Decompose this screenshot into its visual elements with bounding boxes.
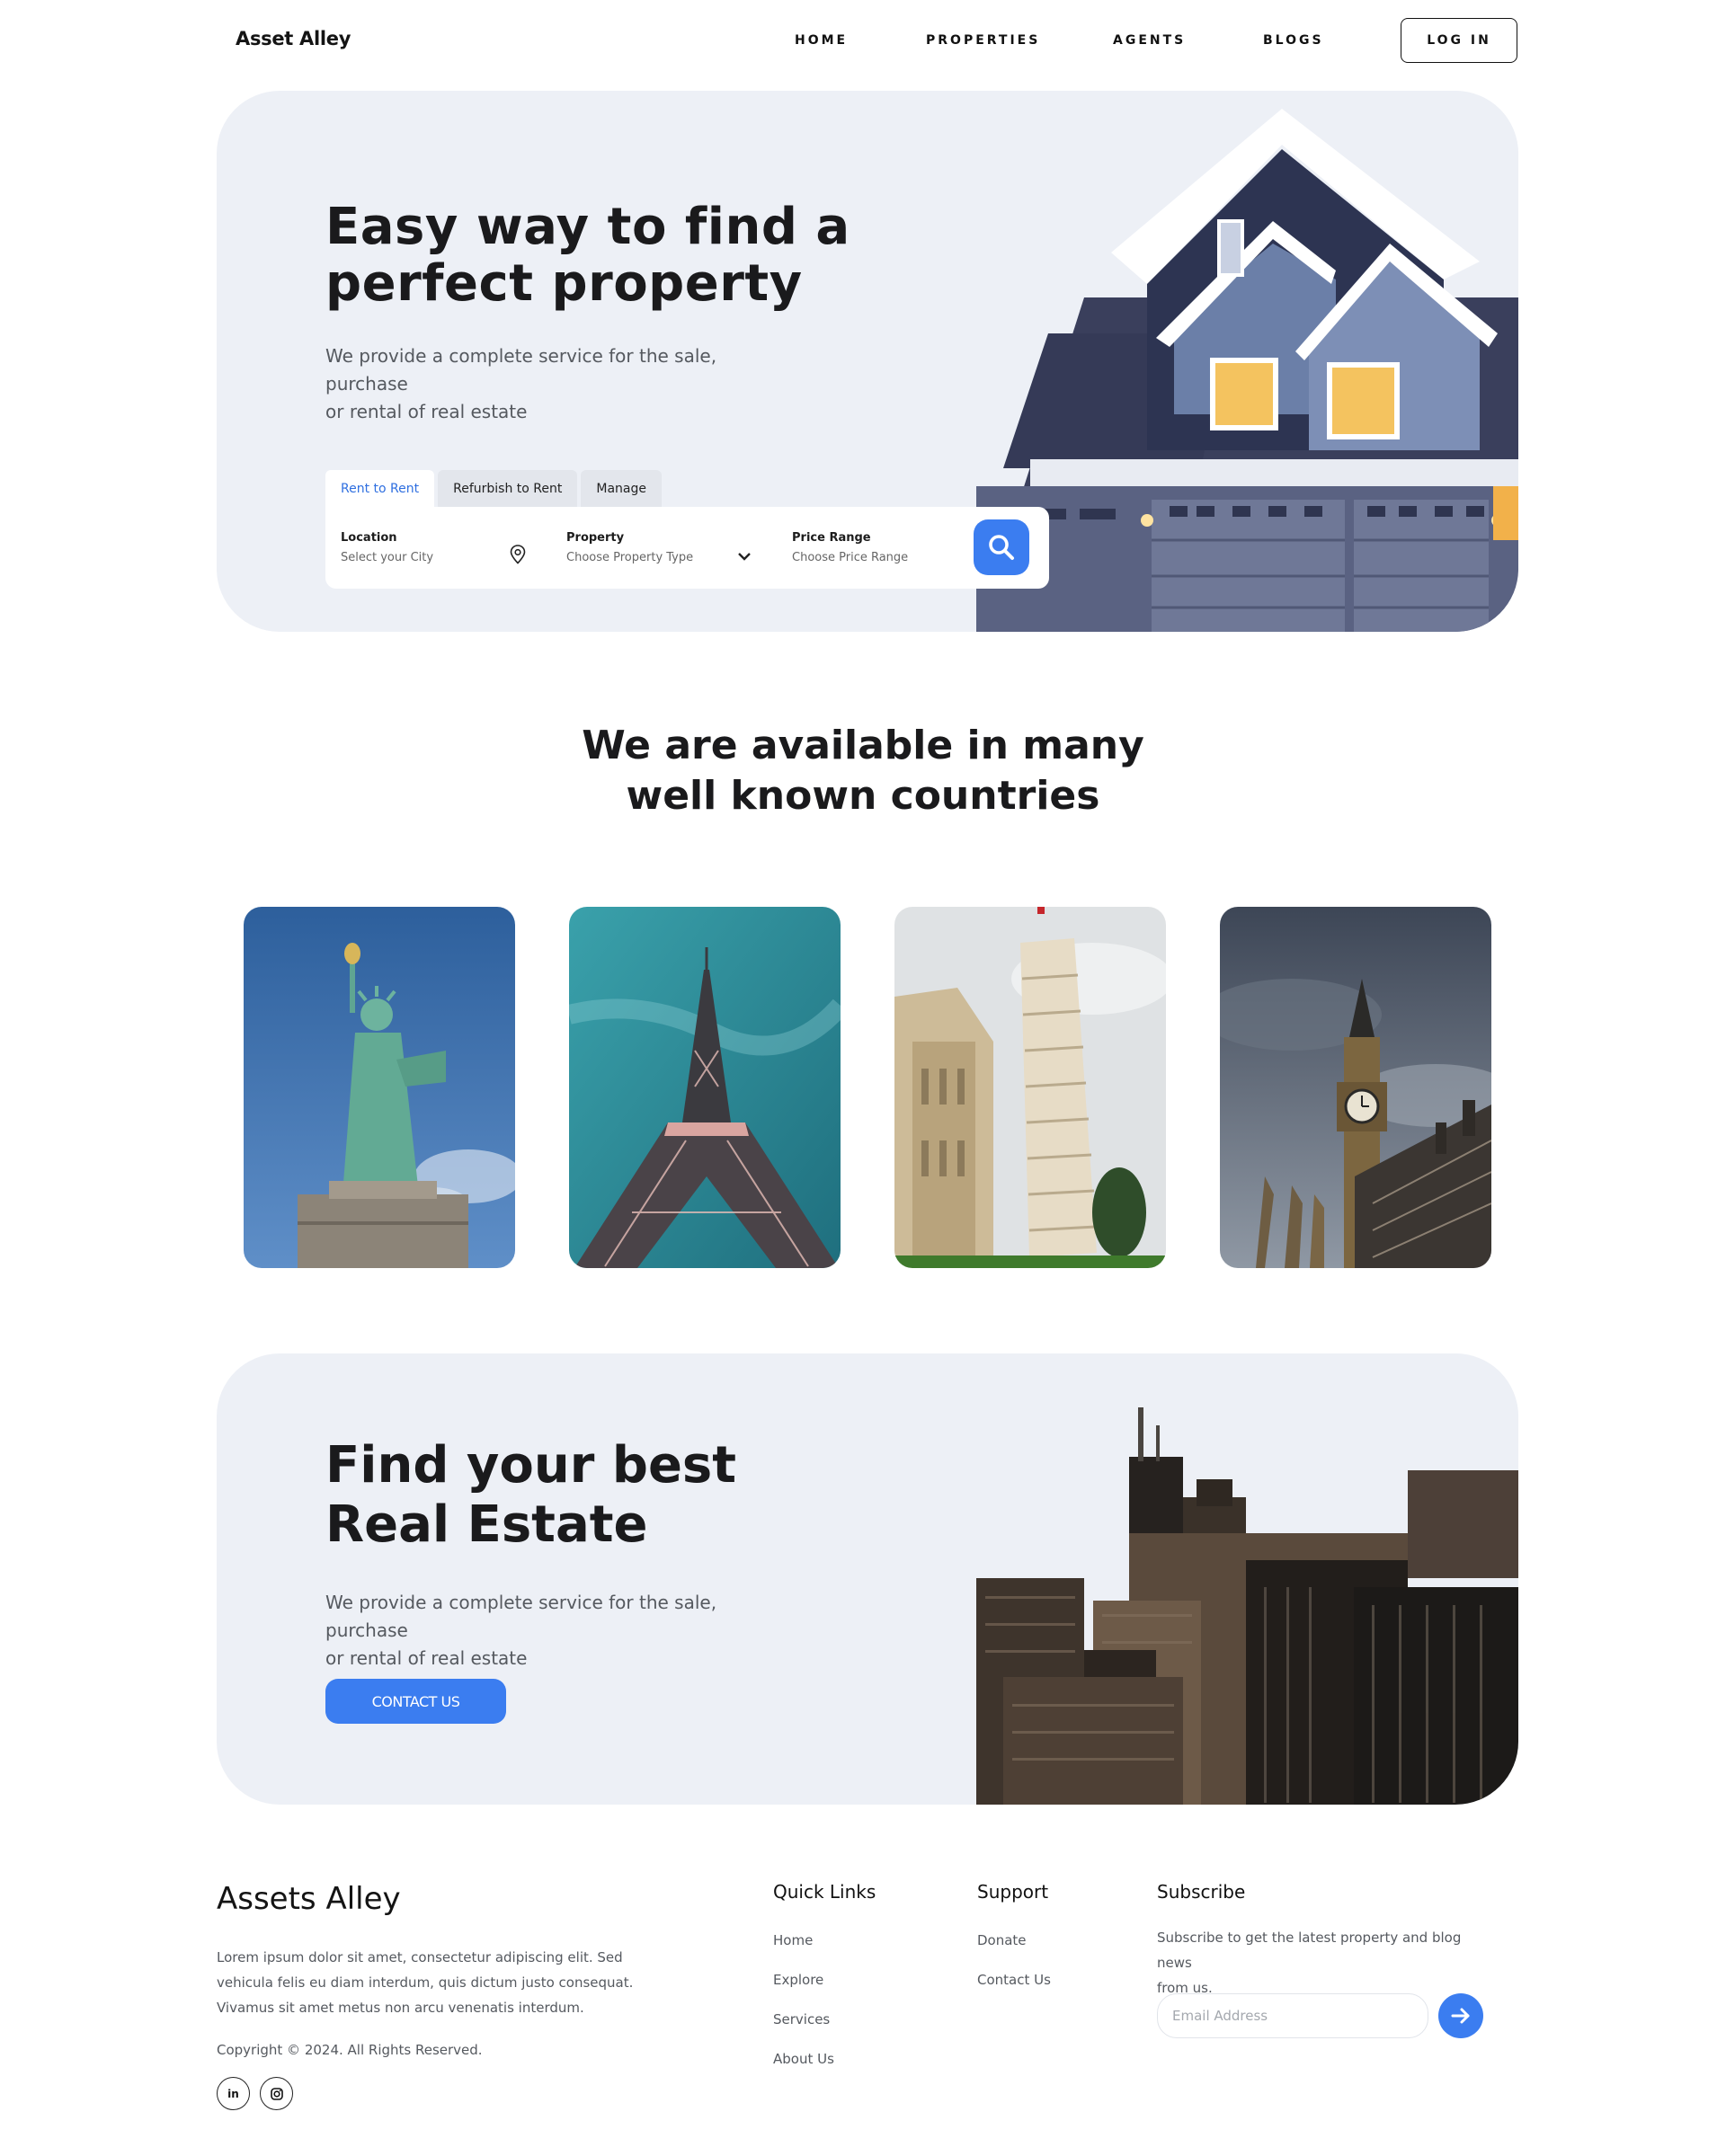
nav-home[interactable]: HOME <box>795 33 848 48</box>
instagram-icon[interactable] <box>260 2077 293 2110</box>
hero-title-line: perfect property <box>325 254 803 313</box>
subscribe-text: Subscribe to get the latest property and… <box>1157 1925 1499 2001</box>
login-button[interactable]: LOG IN <box>1401 18 1517 63</box>
eiffel-tower-card[interactable] <box>569 907 841 1268</box>
instagram-glyph-icon <box>270 2087 283 2100</box>
support-heading: Support <box>977 1881 1049 1903</box>
footer-link-home[interactable]: Home <box>773 1932 813 1948</box>
footer-description-line: Vivamus sit amet metus non arcu venenati… <box>217 2000 584 2016</box>
price-label: Price Range <box>792 531 871 545</box>
big-ben-card[interactable] <box>1220 907 1491 1268</box>
linkedin-icon[interactable]: in <box>217 2077 250 2110</box>
location-field[interactable]: Location Select your City <box>341 531 529 564</box>
tab-rent-to-rent[interactable]: Rent to Rent <box>325 470 435 507</box>
map-pin-icon <box>510 545 526 564</box>
search-tabs: Rent to Rent Refurbish to Rent Manage <box>325 470 662 507</box>
real-estate-section: Find your best Real Estate We provide a … <box>217 1353 1518 1805</box>
real-estate-title: Find your best Real Estate <box>325 1436 775 1555</box>
subscribe-text-line: Subscribe to get the latest property and… <box>1157 1930 1462 1971</box>
top-nav: Asset Alley HOME PROPERTIES AGENTS BLOGS… <box>0 0 1726 83</box>
property-label: Property <box>566 531 625 545</box>
footer-description-line: Lorem ipsum dolor sit amet, consectetur … <box>217 1949 623 1965</box>
nav-properties[interactable]: PROPERTIES <box>926 33 1040 48</box>
house-image <box>976 91 1518 632</box>
nav-agents[interactable]: AGENTS <box>1113 33 1186 48</box>
search-icon <box>989 535 1014 560</box>
footer-link-contact-us[interactable]: Contact Us <box>977 1972 1051 1988</box>
hero-subtitle: We provide a complete service for the sa… <box>325 342 793 426</box>
leaning-tower-of-pisa-card[interactable] <box>894 907 1166 1268</box>
hero-subtitle-line: or rental of real estate <box>325 401 528 422</box>
footer-link-donate[interactable]: Donate <box>977 1932 1027 1948</box>
hero-section: Easy way to find a perfect property We p… <box>217 91 1518 632</box>
real-estate-subtitle: We provide a complete service for the sa… <box>325 1589 793 1672</box>
location-label: Location <box>341 531 397 545</box>
hero-title: Easy way to find a perfect property <box>325 199 865 312</box>
real-estate-title-line: Find your best <box>325 1436 737 1495</box>
countries-title: We are available in many well known coun… <box>0 721 1726 821</box>
hero-title-line: Easy way to find a <box>325 198 850 256</box>
footer-link-services[interactable]: Services <box>773 2011 830 2027</box>
nav-blogs[interactable]: BLOGS <box>1263 33 1324 48</box>
real-estate-subtitle-line: or rental of real estate <box>325 1647 528 1669</box>
tab-refurbish-to-rent[interactable]: Refurbish to Rent <box>438 470 578 507</box>
email-input[interactable] <box>1157 1993 1428 2038</box>
real-estate-title-line: Real Estate <box>325 1495 648 1554</box>
chevron-down-icon[interactable] <box>737 551 752 562</box>
location-value: Select your City <box>341 551 434 564</box>
copyright-text: Copyright © 2024. All Rights Reserved. <box>217 2042 483 2058</box>
search-button[interactable] <box>974 519 1029 575</box>
property-field[interactable]: Property Choose Property Type <box>566 531 764 564</box>
contact-us-button[interactable]: CONTACT US <box>325 1679 506 1724</box>
footer-link-explore[interactable]: Explore <box>773 1972 823 1988</box>
footer-description-line: vehicula felis eu diam interdum, quis di… <box>217 1974 634 1991</box>
subscribe-heading: Subscribe <box>1157 1881 1246 1903</box>
tab-manage[interactable]: Manage <box>581 470 662 507</box>
countries-title-line: well known countries <box>626 773 1100 819</box>
price-value: Choose Price Range <box>792 551 909 564</box>
countries-title-line: We are available in many <box>582 723 1144 768</box>
arrow-right-icon <box>1451 2008 1470 2024</box>
real-estate-subtitle-line: We provide a complete service for the sa… <box>325 1592 717 1641</box>
hero-subtitle-line: We provide a complete service for the sa… <box>325 345 717 395</box>
footer-brand[interactable]: Assets Alley <box>217 1881 401 1917</box>
footer-link-about-us[interactable]: About Us <box>773 2051 834 2067</box>
price-field[interactable]: Price Range Choose Price Range <box>792 531 954 564</box>
brand-logo[interactable]: Asset Alley <box>236 28 351 49</box>
search-panel: Location Select your City Property Choos… <box>325 507 1049 589</box>
footer-description: Lorem ipsum dolor sit amet, consectetur … <box>217 1945 639 2020</box>
subscribe-button[interactable] <box>1438 1993 1483 2038</box>
quick-links-heading: Quick Links <box>773 1881 876 1903</box>
statue-of-liberty-card[interactable] <box>244 907 515 1268</box>
city-skyline-image <box>976 1353 1518 1805</box>
property-value: Choose Property Type <box>566 551 694 564</box>
